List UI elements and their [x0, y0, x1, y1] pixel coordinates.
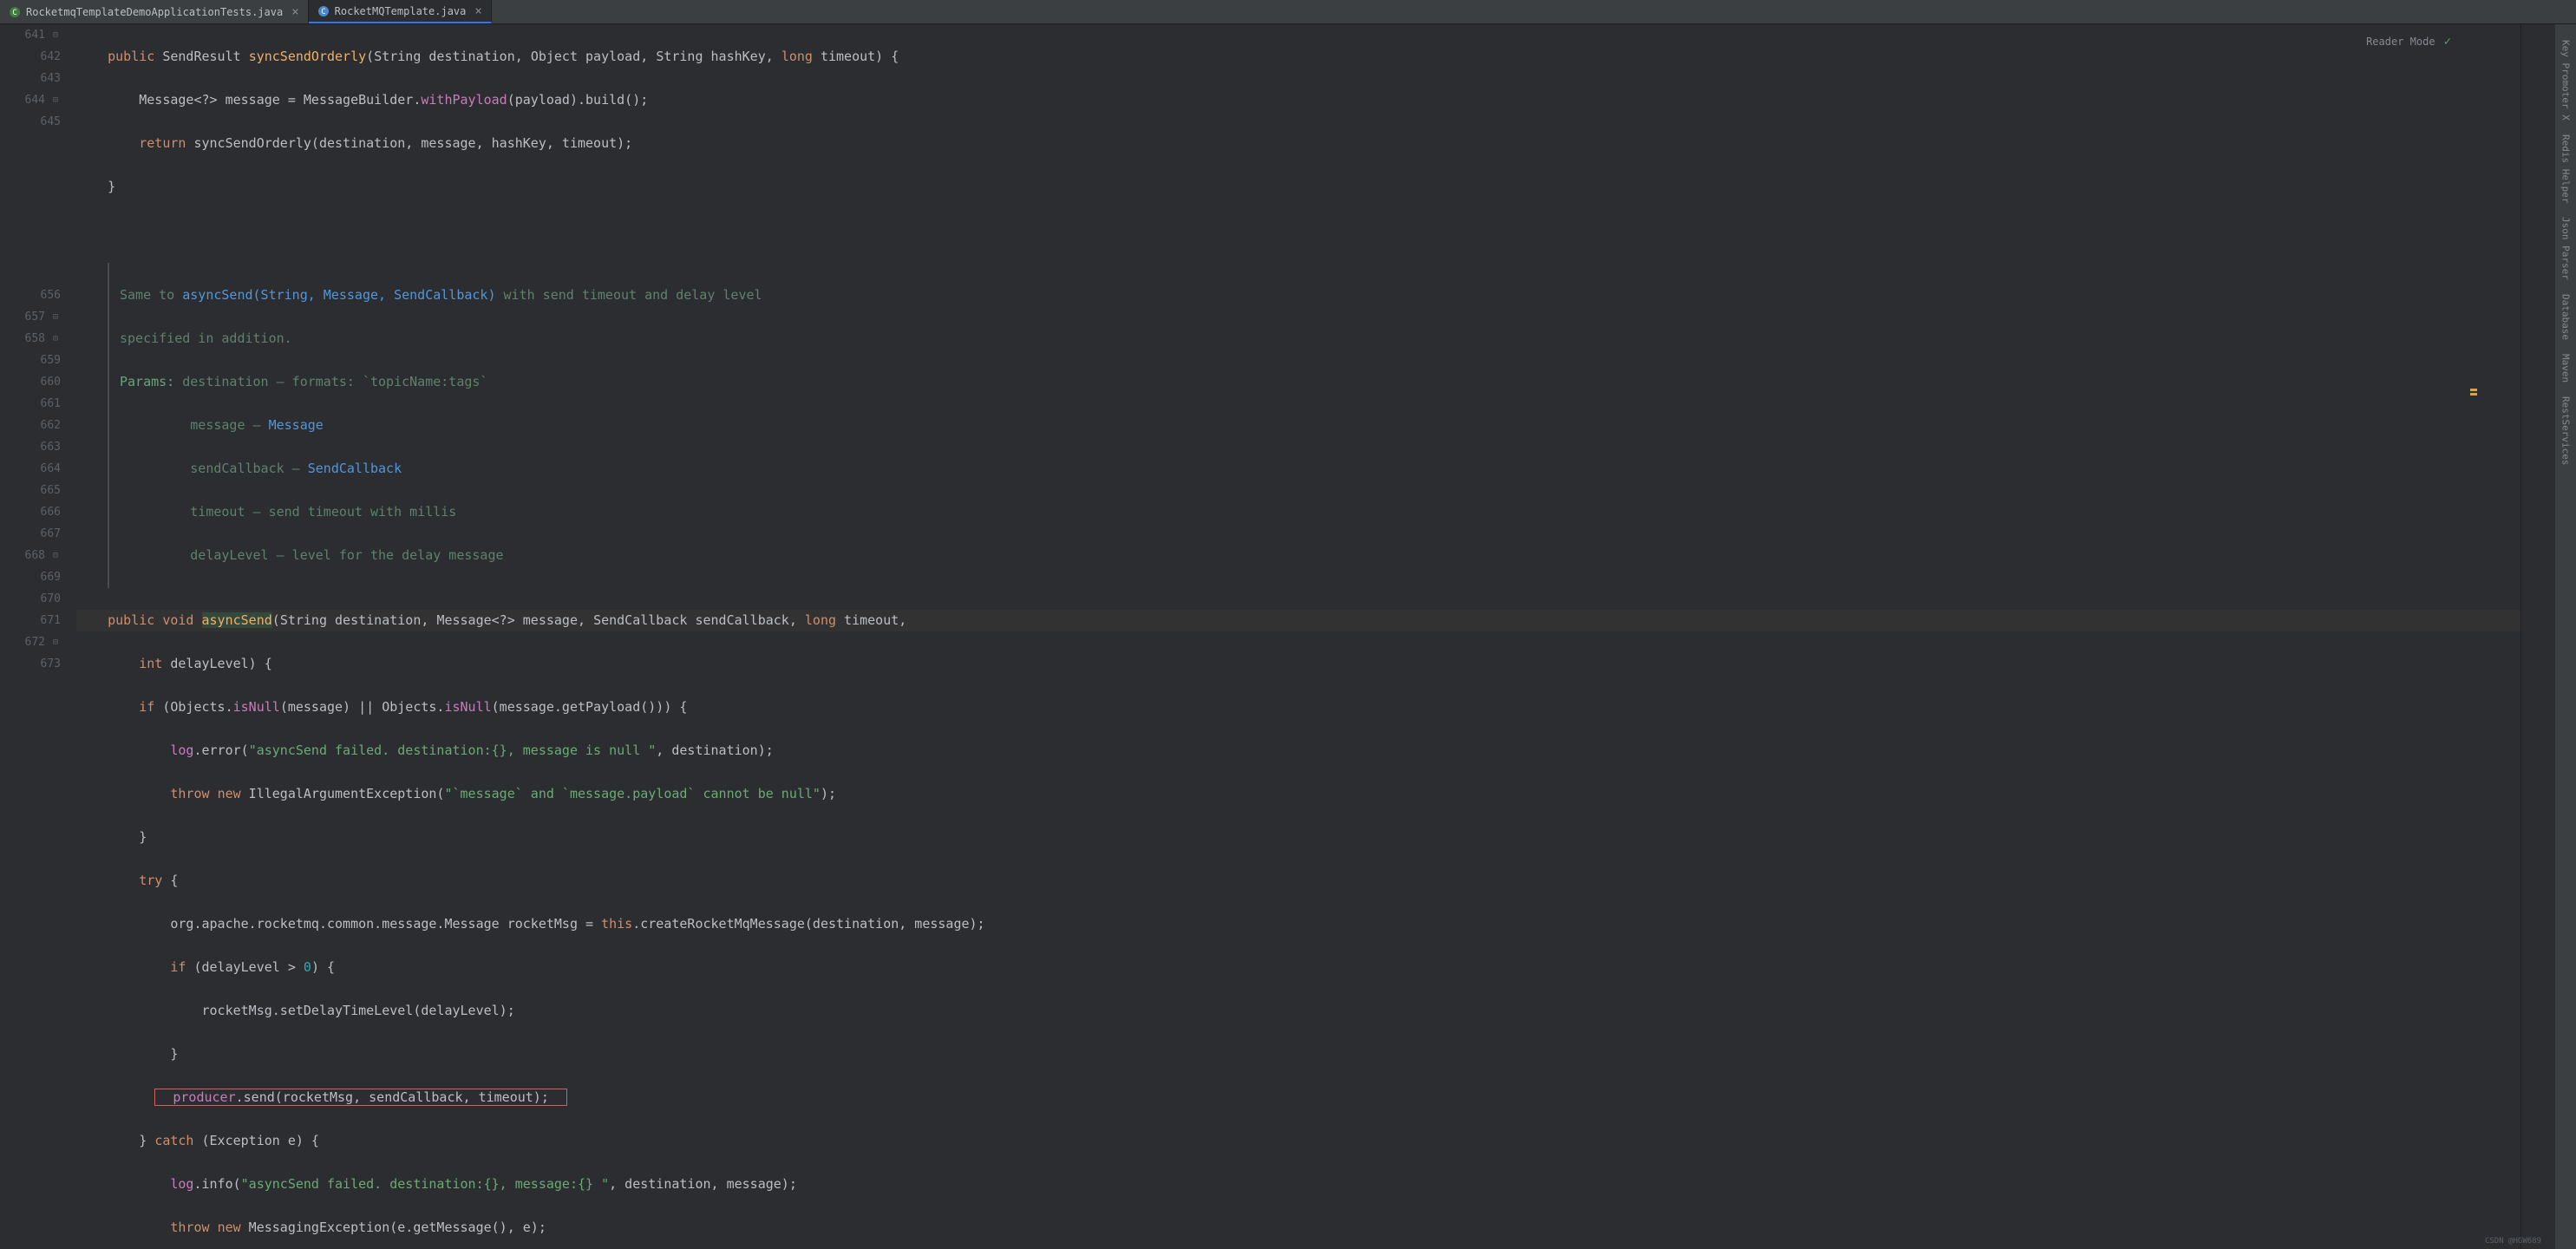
- doc-line: Params: destination – formats: `topicNam…: [120, 371, 2520, 393]
- sidebar-item-key-promoter[interactable]: Key Promoter X: [2560, 33, 2572, 128]
- code-line: throw new MessagingException(e.getMessag…: [76, 1217, 2520, 1239]
- line-number: 670: [41, 588, 61, 610]
- reader-mode-label: Reader Mode: [2366, 36, 2435, 48]
- code-line: public void asyncSend(String destination…: [76, 610, 2520, 631]
- code-line: public SendResult syncSendOrderly(String…: [76, 46, 2520, 68]
- code-line: }: [76, 1043, 2520, 1065]
- line-gutter[interactable]: 641⊟ 642 643 644⊟ 645 656 657⊟ 658⊟ 659 …: [0, 24, 69, 1249]
- highlighted-code: producer.send(rocketMsg, sendCallback, t…: [154, 1089, 567, 1106]
- line-number: 644: [25, 89, 45, 111]
- code-line: if (delayLevel > 0) {: [76, 957, 2520, 978]
- javadoc-block: Same to asyncSend(String, Message, SendC…: [108, 263, 2520, 588]
- svg-text:C: C: [12, 9, 16, 17]
- line-number: 645: [41, 111, 61, 133]
- code-line: if (Objects.isNull(message) || Objects.i…: [76, 696, 2520, 718]
- sidebar-item-maven[interactable]: Maven: [2560, 347, 2572, 389]
- line-number: 658: [25, 328, 45, 350]
- sidebar-item-rest-services[interactable]: RestServices: [2560, 389, 2572, 472]
- doc-line: message – Message: [120, 415, 2520, 436]
- check-icon[interactable]: ✓: [2444, 35, 2451, 49]
- minimap[interactable]: [2520, 24, 2555, 1249]
- line-number: 665: [41, 480, 61, 501]
- fold-icon[interactable]: ⊟: [50, 334, 61, 344]
- code-line: log.error("asyncSend failed. destination…: [76, 740, 2520, 762]
- line-number: 666: [41, 501, 61, 523]
- line-number: 657: [25, 306, 45, 328]
- svg-text:C: C: [321, 8, 325, 16]
- line-number: 671: [41, 610, 61, 631]
- line-number: 667: [41, 523, 61, 545]
- line-number: 660: [41, 371, 61, 393]
- code-line: producer.send(rocketMsg, sendCallback, t…: [76, 1087, 2520, 1108]
- code-line: rocketMsg.setDelayTimeLevel(delayLevel);: [76, 1000, 2520, 1022]
- doc-line: delayLevel – level for the delay message: [120, 545, 2520, 566]
- code-line: return syncSendOrderly(destination, mess…: [76, 133, 2520, 154]
- fold-icon[interactable]: ⊟: [50, 551, 61, 561]
- editor-tabs: C RocketmqTemplateDemoApplicationTests.j…: [0, 0, 2576, 24]
- code-line: [76, 219, 2520, 241]
- java-class-icon: C: [9, 6, 21, 18]
- close-icon[interactable]: ×: [291, 5, 298, 19]
- code-line: int delayLevel) {: [76, 653, 2520, 675]
- doc-line: specified in addition.: [120, 328, 2520, 350]
- line-number: 664: [41, 458, 61, 480]
- editor: 641⊟ 642 643 644⊟ 645 656 657⊟ 658⊟ 659 …: [0, 24, 2576, 1249]
- code-line: log.info("asyncSend failed. destination:…: [76, 1174, 2520, 1195]
- line-number: 656: [41, 284, 61, 306]
- line-number: 662: [41, 415, 61, 436]
- close-icon[interactable]: ×: [474, 4, 481, 18]
- fold-icon[interactable]: ⊟: [50, 95, 61, 106]
- code-line: }: [76, 176, 2520, 198]
- tab-tests-file[interactable]: C RocketmqTemplateDemoApplicationTests.j…: [0, 0, 309, 23]
- code-line: org.apache.rocketmq.common.message.Messa…: [76, 913, 2520, 935]
- tool-window-bar: Key Promoter X Redis Helper Json Parser …: [2555, 24, 2576, 1249]
- sidebar-item-database[interactable]: Database: [2560, 287, 2572, 347]
- sidebar-item-redis-helper[interactable]: Redis Helper: [2560, 128, 2572, 210]
- code-line: }: [76, 827, 2520, 848]
- line-number: 659: [41, 350, 61, 371]
- code-line: throw new IllegalArgumentException("`mes…: [76, 783, 2520, 805]
- line-number: 673: [41, 653, 61, 675]
- doc-line: sendCallback – SendCallback: [120, 458, 2520, 480]
- line-number: 672: [25, 631, 45, 653]
- code-line: } catch (Exception e) {: [76, 1130, 2520, 1152]
- error-stripe[interactable]: [2468, 24, 2479, 1249]
- sidebar-item-json-parser[interactable]: Json Parser: [2560, 210, 2572, 287]
- line-number: 643: [41, 68, 61, 89]
- reader-mode-indicator[interactable]: Reader Mode ✓: [2366, 35, 2451, 49]
- line-number: 668: [25, 545, 45, 566]
- fold-icon[interactable]: ⊟: [50, 312, 61, 323]
- watermark: CSDN @HGW689: [2485, 1237, 2541, 1246]
- tab-template-file[interactable]: C RocketMQTemplate.java ×: [309, 0, 492, 23]
- code-content[interactable]: public SendResult syncSendOrderly(String…: [69, 24, 2520, 1249]
- tab-label: RocketMQTemplate.java: [335, 5, 467, 17]
- code-line: try {: [76, 870, 2520, 892]
- doc-line: Same to asyncSend(String, Message, SendC…: [120, 284, 2520, 306]
- line-number: 669: [41, 566, 61, 588]
- warning-marker[interactable]: [2470, 393, 2477, 396]
- java-class-lib-icon: C: [317, 5, 330, 17]
- fold-icon[interactable]: ⊟: [50, 638, 61, 648]
- line-number: 663: [41, 436, 61, 458]
- fold-icon[interactable]: ⊟: [50, 30, 61, 41]
- tab-label: RocketmqTemplateDemoApplicationTests.jav…: [26, 6, 283, 18]
- doc-line: timeout – send timeout with millis: [120, 501, 2520, 523]
- warning-marker[interactable]: [2470, 389, 2477, 391]
- line-number: 642: [41, 46, 61, 68]
- line-number: 641: [25, 24, 45, 46]
- code-viewport[interactable]: Reader Mode ✓ public SendResult syncSend…: [69, 24, 2520, 1249]
- code-line: Message<?> message = MessageBuilder.with…: [76, 89, 2520, 111]
- line-number: 661: [41, 393, 61, 415]
